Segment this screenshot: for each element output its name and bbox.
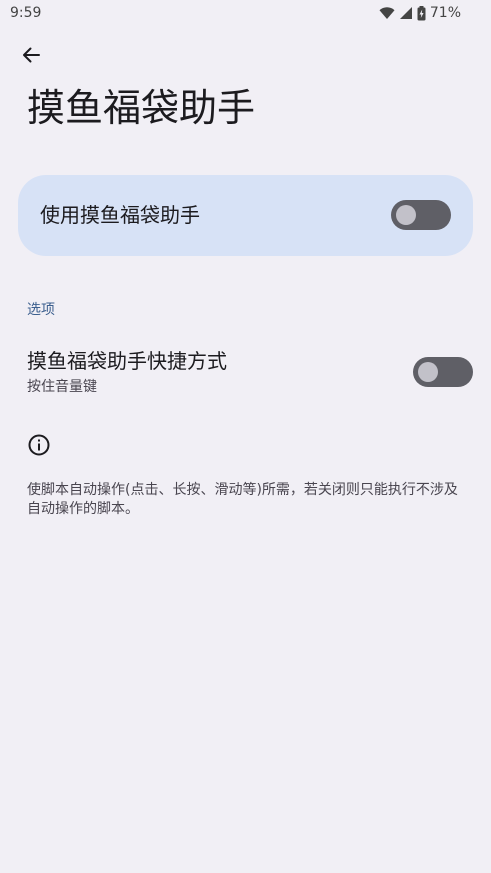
main-switch-card[interactable]: 使用摸鱼福袋助手 [18,175,473,256]
status-time: 9:59 [10,5,42,21]
battery-icon [417,5,426,21]
status-icons: 71% [379,5,461,21]
shortcut-setting-title: 摸鱼福袋助手快捷方式 [27,349,227,373]
page-title: 摸鱼福袋助手 [27,86,256,130]
arrow-back-icon [21,45,41,69]
section-header-options: 选项 [27,302,55,318]
status-bar: 9:59 71% [0,0,491,28]
shortcut-setting-summary: 按住音量键 [27,379,97,395]
shortcut-setting-row[interactable]: 摸鱼福袋助手快捷方式 按住音量键 [0,340,491,406]
info-text: 使脚本自动操作(点击、长按、滑动等)所需，若关闭则只能执行不涉及自动操作的脚本。 [27,482,458,517]
main-switch-toggle[interactable] [391,200,451,230]
battery-percent: 71% [429,5,461,21]
toggle-knob [396,205,416,225]
cellular-signal-icon [399,6,413,20]
main-switch-label: 使用摸鱼福袋助手 [40,203,200,227]
wifi-icon [379,6,395,20]
info-icon [27,433,51,457]
toggle-knob [418,362,438,382]
shortcut-toggle[interactable] [413,357,473,387]
back-button[interactable] [16,42,46,72]
